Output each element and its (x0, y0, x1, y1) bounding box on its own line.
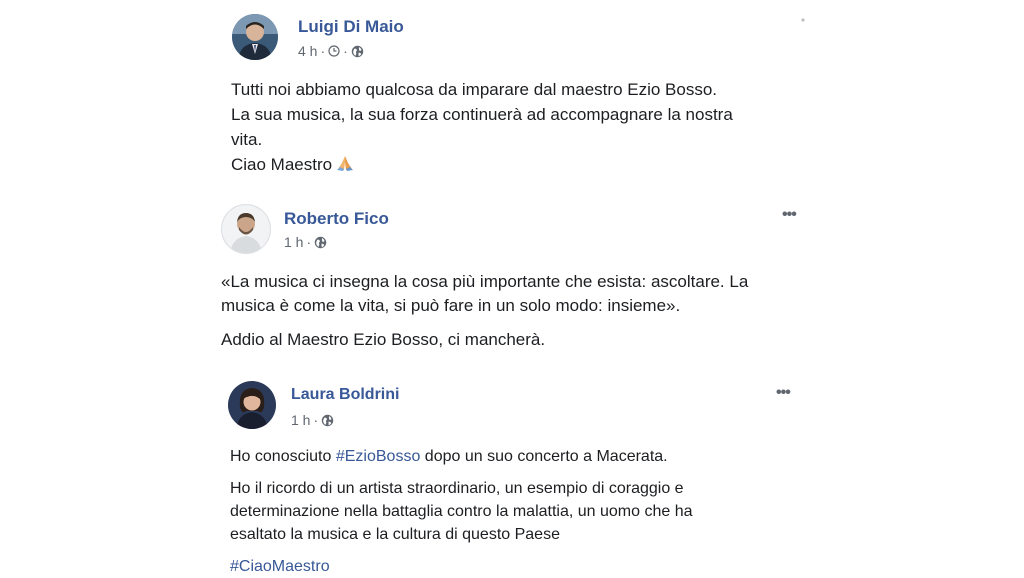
praying-hands-icon (337, 156, 354, 171)
author-name[interactable]: Luigi Di Maio (298, 17, 404, 37)
hashtag-link[interactable]: #EzioBosso (336, 448, 421, 465)
text-line: vita. (231, 130, 263, 149)
post-meta: 1 h · (284, 234, 327, 250)
timestamp[interactable]: 4 h (298, 43, 317, 59)
more-options-button[interactable]: ••• (782, 207, 797, 223)
post-laura-boldrini: Laura Boldrini 1 h · ••• Ho conosciuto #… (0, 370, 1024, 576)
post-roberto-fico: Roberto Fico 1 h · ••• «La musica ci ins… (0, 190, 1024, 360)
text-line: determinazione nella battaglia contro la… (230, 503, 693, 520)
text-line: Addio al Maestro Ezio Bosso, ci mancherà… (221, 330, 546, 349)
hashtag-link[interactable]: #CiaoMaestro (230, 555, 693, 578)
clock-icon (328, 45, 340, 57)
avatar[interactable] (232, 14, 278, 60)
author-name[interactable]: Laura Boldrini (291, 386, 399, 404)
text-line: esaltato la musica e la cultura di quest… (230, 526, 560, 543)
more-options-button[interactable]: ••• (776, 385, 791, 401)
text-line: La sua musica, la sua forza continuerà a… (231, 105, 733, 124)
text-line: Ho il ricordo di un artista straordinari… (230, 480, 684, 497)
author-name[interactable]: Roberto Fico (284, 209, 389, 229)
text-line: Tutti noi abbiamo qualcosa da imparare d… (231, 80, 718, 99)
text-line: Ho conosciuto #EzioBosso dopo un suo con… (230, 448, 668, 465)
timestamp[interactable]: 1 h (284, 234, 303, 250)
post-luigi-di-maio: Luigi Di Maio 4 h · · Tutti noi abbiamo … (0, 0, 1024, 190)
more-options-icon[interactable] (800, 14, 806, 22)
post-meta: 4 h · · (298, 43, 364, 59)
post-text: Tutti noi abbiamo qualcosa da imparare d… (231, 77, 733, 177)
timestamp[interactable]: 1 h (291, 412, 310, 428)
globe-icon[interactable] (314, 236, 327, 249)
text-line: «La musica ci insegna la cosa più import… (221, 272, 749, 291)
text-line: musica è come la vita, si può fare in un… (221, 296, 681, 315)
avatar[interactable] (228, 381, 276, 429)
post-text: Ho conosciuto #EzioBosso dopo un suo con… (230, 445, 693, 578)
post-text: «La musica ci insegna la cosa più import… (221, 270, 748, 352)
avatar[interactable] (221, 204, 271, 254)
globe-icon[interactable] (321, 414, 334, 427)
globe-icon[interactable] (351, 45, 364, 58)
post-meta: 1 h · (291, 412, 334, 428)
text-line: Ciao Maestro (231, 152, 733, 177)
